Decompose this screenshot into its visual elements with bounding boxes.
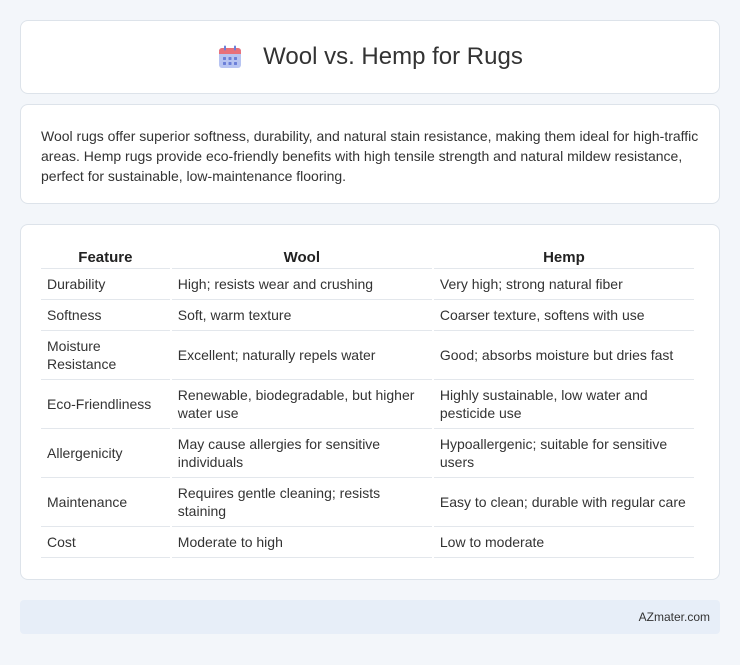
table-cell-hemp: Highly sustainable, low water and pestic… <box>433 380 694 429</box>
table-cell-hemp: Very high; strong natural fiber <box>433 269 694 300</box>
table-cell-wool: Renewable, biodegradable, but higher wat… <box>171 380 432 429</box>
table-row: Moisture Resistance Excellent; naturally… <box>41 331 694 380</box>
table-cell-hemp: Low to moderate <box>433 527 694 558</box>
comparison-table: Feature Wool Hemp Durability High; resis… <box>39 247 696 558</box>
table-cell-wool: May cause allergies for sensitive indivi… <box>171 429 432 478</box>
calendar-icon <box>219 45 242 68</box>
title-card: Wool vs. Hemp for Rugs <box>20 20 720 94</box>
table-cell-hemp: Good; absorbs moisture but dries fast <box>433 331 694 380</box>
table-header-row: Feature Wool Hemp <box>41 247 694 269</box>
table-cell-wool: Moderate to high <box>171 527 432 558</box>
footer-site-name[interactable]: AZmater.com <box>639 610 710 624</box>
table-cell-wool: High; resists wear and crushing <box>171 269 432 300</box>
page-title: Wool vs. Hemp for Rugs <box>263 43 523 70</box>
table-cell-feature: Eco-Friendliness <box>41 380 170 429</box>
column-header-feature: Feature <box>41 247 170 269</box>
table-row: Durability High; resists wear and crushi… <box>41 269 694 300</box>
table-cell-wool: Excellent; naturally repels water <box>171 331 432 380</box>
column-header-wool: Wool <box>171 247 432 269</box>
intro-card: Wool rugs offer superior softness, durab… <box>20 104 720 204</box>
table-row: Eco-Friendliness Renewable, biodegradabl… <box>41 380 694 429</box>
footer: AZmater.com <box>20 600 720 634</box>
table-cell-feature: Softness <box>41 300 170 331</box>
table-row: Cost Moderate to high Low to moderate <box>41 527 694 558</box>
table-row: Maintenance Requires gentle cleaning; re… <box>41 478 694 527</box>
table-cell-hemp: Easy to clean; durable with regular care <box>433 478 694 527</box>
table-row: Softness Soft, warm texture Coarser text… <box>41 300 694 331</box>
title-wrap: Wool vs. Hemp for Rugs <box>217 43 523 71</box>
table-cell-feature: Moisture Resistance <box>41 331 170 380</box>
table-cell-wool: Soft, warm texture <box>171 300 432 331</box>
comparison-table-card: Feature Wool Hemp Durability High; resis… <box>20 224 720 580</box>
table-cell-hemp: Coarser texture, softens with use <box>433 300 694 331</box>
table-cell-hemp: Hypoallergenic; suitable for sensitive u… <box>433 429 694 478</box>
intro-paragraph: Wool rugs offer superior softness, durab… <box>41 128 699 184</box>
table-cell-wool: Requires gentle cleaning; resists staini… <box>171 478 432 527</box>
table-row: Allergenicity May cause allergies for se… <box>41 429 694 478</box>
table-cell-feature: Maintenance <box>41 478 170 527</box>
table-cell-feature: Cost <box>41 527 170 558</box>
column-header-hemp: Hemp <box>433 247 694 269</box>
table-cell-feature: Durability <box>41 269 170 300</box>
table-cell-feature: Allergenicity <box>41 429 170 478</box>
